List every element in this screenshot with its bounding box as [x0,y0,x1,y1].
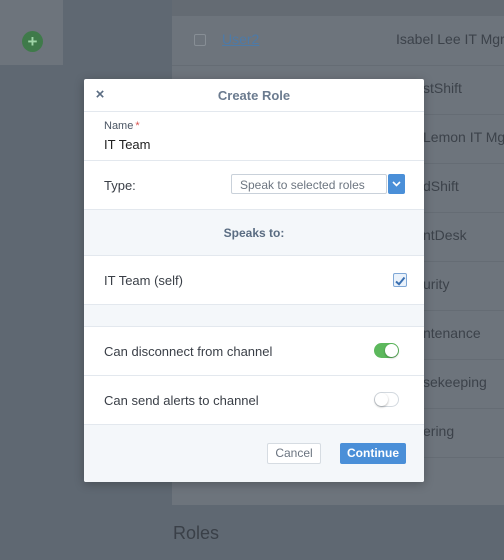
name-label: Name * [104,120,140,132]
disconnect-option-row: Can disconnect from channel [84,327,424,376]
dialog-header: × Create Role [84,79,424,112]
role-cell: stShift [423,80,462,96]
user-role: IT Mgr [464,31,504,47]
type-select[interactable]: Speak to selected roles [231,174,387,194]
table-row: User2 Isabel Lee IT Mgr [172,16,504,66]
background-table-header [172,0,504,16]
speaks-to-title: Speaks to: [223,226,285,240]
cancel-button[interactable]: Cancel [267,443,321,464]
required-marker: * [135,120,140,132]
send-alerts-option-row: Can send alerts to channel [84,376,424,425]
type-select-value: Speak to selected roles [240,178,365,192]
disconnect-option-label: Can disconnect from channel [104,344,273,359]
user-link: User2 [222,31,260,47]
send-alerts-option-label: Can send alerts to channel [104,393,259,408]
dialog-title: Create Role [217,88,291,103]
role-cell: ntDesk [423,227,467,243]
name-field[interactable]: Name * IT Team [84,112,424,161]
toggle-knob [385,344,398,357]
section-spacer [84,305,424,327]
name-input[interactable]: IT Team [104,137,150,152]
plus-circle-icon: + [22,31,43,52]
roles-section-title: Roles [173,523,220,543]
role-cell: sekeeping [423,374,487,390]
role-cell: ering [423,423,455,439]
self-role-label: IT Team (self) [104,273,183,288]
user-full-name: Isabel Lee [396,31,461,47]
role-cell: Lemon IT Mgr [423,129,504,145]
self-role-checkbox[interactable] [393,273,407,287]
check-icon [395,276,406,286]
chevron-down-icon[interactable] [388,174,405,194]
speaks-to-header: Speaks to: [84,210,424,256]
send-alerts-toggle[interactable] [374,392,399,407]
role-cell: urity [423,276,450,292]
self-role-row: IT Team (self) [84,256,424,305]
create-role-dialog: × Create Role Name * IT Team Type: Speak … [84,79,424,482]
continue-button[interactable]: Continue [340,443,406,464]
role-cell: ntenance [423,325,481,341]
role-cell: dShift [423,178,459,194]
name-label-text: Name [104,120,134,132]
type-label: Type: [104,178,136,193]
row-checkbox [194,34,206,46]
toggle-knob [375,393,388,406]
type-row: Type: Speak to selected roles [84,161,424,210]
disconnect-toggle[interactable] [374,343,399,358]
left-panel: + [0,0,63,65]
user-name: Isabel Lee IT Mgr [396,31,504,47]
dialog-footer: Cancel Continue [84,425,424,482]
